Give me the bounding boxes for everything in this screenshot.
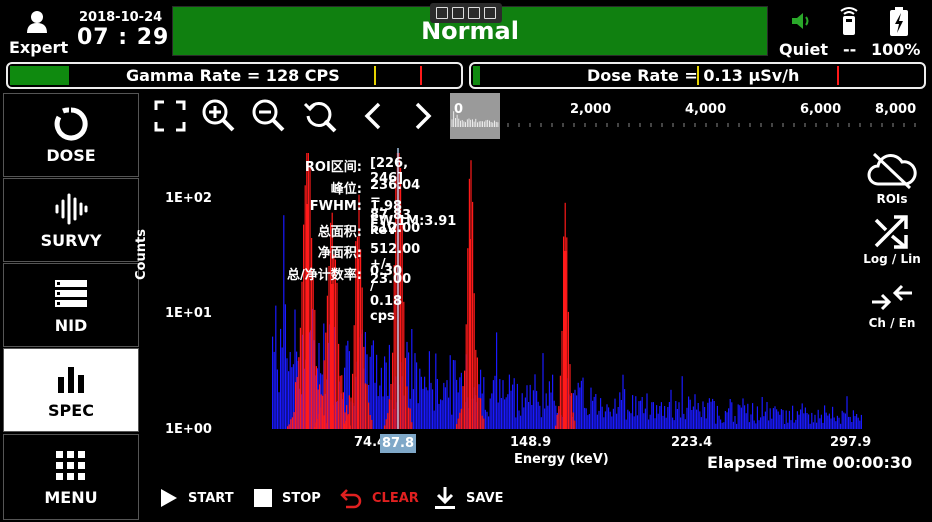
roi-info-key: 峰位: xyxy=(330,182,362,197)
nav-dose[interactable]: DOSE xyxy=(3,93,139,177)
user-icon xyxy=(27,11,47,33)
start-label: START xyxy=(188,490,234,506)
sound-mode-label[interactable]: Quiet xyxy=(779,40,828,59)
snap-icon[interactable] xyxy=(436,7,448,19)
gamma-rate-fill xyxy=(10,66,69,85)
speaker-icon[interactable] xyxy=(790,10,812,32)
dose-rate-label: Dose Rate = 0.13 μSv/h xyxy=(587,66,799,85)
stop-label: STOP xyxy=(282,490,321,506)
time-label: 07 : 29 xyxy=(77,25,170,50)
y-tick-label: 1E+00 xyxy=(165,422,212,437)
rois-label: ROIs xyxy=(876,192,908,206)
clear-label: CLEAR xyxy=(372,490,419,506)
y-tick-label: 1E+01 xyxy=(165,306,212,321)
save-label: SAVE xyxy=(466,490,504,506)
nav-menu-label: MENU xyxy=(44,487,98,507)
dose-rate-value: 0.13 μSv/h xyxy=(703,66,800,85)
stop-button[interactable]: STOP xyxy=(254,486,321,510)
cursor-value-label: 87.8 xyxy=(380,434,416,453)
stop-icon xyxy=(254,489,272,507)
gamma-rate-bar: Gamma Rate = 128 CPS xyxy=(6,62,463,89)
play-icon xyxy=(161,489,177,507)
overview-tick-label: 2,000 xyxy=(570,102,612,117)
nav-survey-label: SURVY xyxy=(40,230,102,250)
pin-icon[interactable] xyxy=(484,7,496,19)
nav-spec-label: SPEC xyxy=(48,400,94,420)
signal-label: -- xyxy=(843,40,857,59)
start-button[interactable]: START xyxy=(160,486,234,510)
window-tool-strip[interactable] xyxy=(430,3,502,23)
zoom-in-icon[interactable] xyxy=(200,96,236,136)
x-axis-label: Energy (keV) xyxy=(514,452,609,467)
battery-percent-label: 100% xyxy=(871,40,921,59)
chevron-left-icon[interactable] xyxy=(355,96,391,136)
y-axis-label: Counts xyxy=(134,229,149,280)
menu-grid-icon xyxy=(56,450,85,480)
overview-tick-label: 4,000 xyxy=(685,102,727,117)
fullscreen-icon[interactable] xyxy=(152,96,188,136)
overview-tick-label: 6,000 xyxy=(800,102,842,117)
nav-nid-label: NID xyxy=(54,315,88,335)
zoom-reset-icon[interactable] xyxy=(302,96,338,136)
roi-info-key: 总面积: xyxy=(317,225,362,240)
nid-icon xyxy=(55,279,87,307)
roi-info-value: 512.00 xyxy=(370,221,421,236)
nav-nid[interactable]: NID xyxy=(3,263,139,347)
user-role-label[interactable]: Expert xyxy=(9,38,68,57)
compress-arrows-icon xyxy=(872,284,912,311)
x-tick-label: 223.4 xyxy=(671,435,713,450)
gamma-alarm-marker xyxy=(420,66,422,85)
spectrum-plot[interactable] xyxy=(272,148,874,429)
x-tick-label: 297.9 xyxy=(830,435,872,450)
overview-tick-label: 0 xyxy=(454,102,464,117)
dose-warn-marker xyxy=(697,66,699,85)
clear-button[interactable]: CLEAR xyxy=(340,486,419,510)
nav-spec[interactable]: SPEC xyxy=(3,348,139,432)
nav-survey[interactable]: SURVY xyxy=(3,178,139,262)
overview-tick-label: 8,000 xyxy=(875,102,917,117)
dose-icon xyxy=(54,106,88,140)
elapsed-time-label: Elapsed Time 00:00:30 xyxy=(707,453,913,472)
roi-info-key: FWHM: xyxy=(309,199,362,214)
pointer-icon[interactable] xyxy=(452,7,464,19)
download-icon xyxy=(435,487,455,509)
shuffle-icon xyxy=(874,215,908,249)
dose-rate-fill xyxy=(473,66,480,85)
roi-info-key: 总/净计数率: xyxy=(287,268,362,283)
ch-en-label: Ch / En xyxy=(868,316,916,330)
zoom-out-icon[interactable] xyxy=(250,96,286,136)
date-label: 2018-10-24 xyxy=(79,10,163,25)
roi-info-value: 0.30 / 0.18 cps xyxy=(370,264,403,324)
save-button[interactable]: SAVE xyxy=(434,486,503,510)
remote-control-icon xyxy=(840,7,858,35)
window-icon[interactable] xyxy=(468,7,480,19)
x-tick-label: 148.9 xyxy=(510,435,552,450)
roi-info-key: ROI区间: xyxy=(304,160,362,175)
dose-rate-bar: Dose Rate = 0.13 μSv/h xyxy=(469,62,926,89)
chevron-right-icon[interactable] xyxy=(405,96,441,136)
nav-dose-label: DOSE xyxy=(46,145,96,165)
spec-icon xyxy=(58,366,84,393)
gamma-warn-marker xyxy=(374,66,376,85)
dose-rate-prefix: Dose Rate = xyxy=(587,66,704,85)
battery-charging-icon xyxy=(890,7,908,36)
nav-menu[interactable]: MENU xyxy=(3,434,139,520)
dose-alarm-marker xyxy=(837,66,839,85)
gamma-rate-label: Gamma Rate = 128 CPS xyxy=(126,66,340,85)
roi-info-key: 净面积: xyxy=(317,246,362,261)
undo-icon xyxy=(340,489,362,509)
survey-icon xyxy=(55,193,88,224)
